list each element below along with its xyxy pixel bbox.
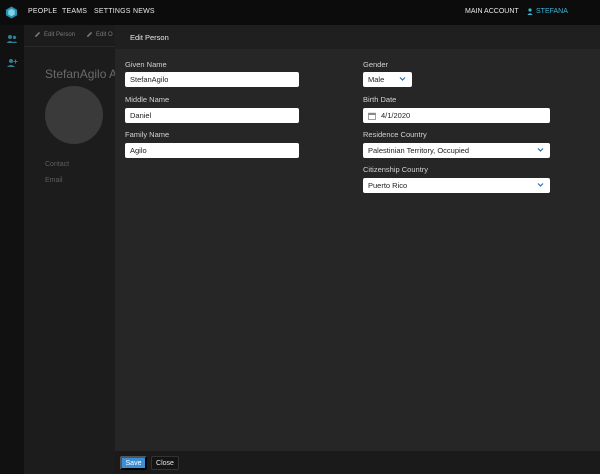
birth-date-value: 4/1/2020 bbox=[381, 111, 411, 120]
add-user-icon[interactable] bbox=[6, 58, 18, 68]
nav-settings[interactable]: SETTINGS bbox=[94, 8, 131, 15]
nav-people[interactable]: PEOPLE bbox=[28, 8, 57, 15]
chevron-down-icon bbox=[537, 148, 544, 152]
birth-date-input[interactable]: 4/1/2020 bbox=[363, 108, 550, 123]
modal-footer: Save Close bbox=[115, 451, 600, 474]
edit-other-tab-label: Edit O bbox=[96, 31, 113, 38]
gender-select[interactable]: Male bbox=[363, 72, 412, 87]
gender-label: Gender bbox=[363, 60, 389, 69]
people-icon[interactable] bbox=[6, 34, 18, 44]
birth-date-label: Birth Date bbox=[363, 95, 397, 104]
close-button[interactable]: Close bbox=[151, 456, 179, 470]
email-label: Email bbox=[45, 177, 63, 184]
calendar-icon[interactable] bbox=[368, 112, 376, 120]
background-person-name: StefanAgilo A bbox=[45, 67, 118, 81]
app-logo-icon[interactable] bbox=[5, 6, 18, 19]
gender-value: Male bbox=[368, 75, 385, 84]
user-name: STEFANA bbox=[536, 8, 568, 15]
save-button[interactable]: Save bbox=[120, 456, 147, 470]
edit-person-tab[interactable]: Edit Person bbox=[34, 31, 75, 38]
chevron-down-icon bbox=[399, 77, 406, 81]
pencil-icon bbox=[87, 31, 93, 37]
given-name-input[interactable]: StefanAgilo bbox=[125, 72, 299, 87]
middle-name-input[interactable]: Daniel bbox=[125, 108, 299, 123]
middle-name-label: Middle Name bbox=[125, 95, 170, 104]
family-name-input[interactable]: Agilo bbox=[125, 143, 299, 158]
citizenship-country-label: Citizenship Country bbox=[363, 165, 429, 174]
residence-country-value: Palestinian Territory, Occupied bbox=[368, 146, 470, 155]
given-name-label: Given Name bbox=[125, 60, 167, 69]
citizenship-country-select[interactable]: Puerto Rico bbox=[363, 178, 550, 193]
avatar bbox=[45, 86, 103, 144]
pencil-icon bbox=[35, 31, 41, 37]
sidebar bbox=[0, 25, 24, 474]
residence-country-select[interactable]: Palestinian Territory, Occupied bbox=[363, 143, 550, 158]
modal-header: Edit Person bbox=[115, 25, 600, 49]
top-nav: PEOPLE TEAMS SETTINGS NEWS MAIN ACCOUNT … bbox=[0, 0, 600, 25]
nav-news[interactable]: NEWS bbox=[133, 8, 155, 15]
edit-other-tab[interactable]: Edit O bbox=[86, 31, 113, 38]
edit-person-tab-label: Edit Person bbox=[44, 31, 76, 38]
citizenship-country-value: Puerto Rico bbox=[368, 181, 408, 190]
modal-title: Edit Person bbox=[130, 33, 169, 42]
user-icon bbox=[527, 8, 533, 15]
nav-teams[interactable]: TEAMS bbox=[62, 8, 87, 15]
user-menu[interactable]: STEFANA bbox=[527, 8, 568, 15]
contact-label: Contact bbox=[45, 161, 70, 168]
family-name-label: Family Name bbox=[125, 130, 170, 139]
edit-person-modal: Edit Person Given Name StefanAgilo Middl… bbox=[115, 25, 600, 474]
chevron-down-icon bbox=[537, 183, 544, 187]
residence-country-label: Residence Country bbox=[363, 130, 427, 139]
main-account-link[interactable]: MAIN ACCOUNT bbox=[465, 8, 519, 15]
